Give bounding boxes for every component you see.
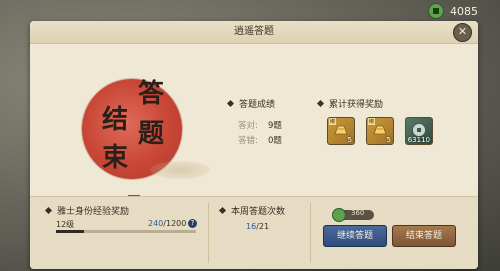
reward-count: 5 bbox=[347, 136, 352, 144]
seal-char: 结 bbox=[102, 105, 129, 135]
currency-display: 4085 bbox=[428, 3, 478, 19]
quiz-result-dialog: 逍遥答题 ✕ 答 结 题 束 答题成绩 答对: 9题 答错: 0题 累计获得奖励… bbox=[30, 21, 478, 269]
brush-stroke-decoration bbox=[150, 161, 210, 179]
results-heading-text: 答题成绩 bbox=[239, 100, 276, 110]
correct-label: 答对: bbox=[238, 121, 258, 131]
currency-amount: 4085 bbox=[450, 4, 478, 18]
week-count: 16/21 bbox=[246, 222, 269, 231]
continue-cost: 360 bbox=[332, 208, 374, 222]
exp-heading: 雅士身份经验奖励 bbox=[44, 204, 130, 217]
reward-item[interactable]: 绑 5 bbox=[366, 117, 394, 145]
divider bbox=[310, 203, 311, 263]
reward-item[interactable]: 63110 bbox=[405, 117, 433, 145]
week-current: 16 bbox=[246, 222, 257, 231]
top-bar: 4085 bbox=[0, 0, 500, 22]
diamond-bullet-icon bbox=[226, 99, 235, 108]
exp-value: 240/1200 bbox=[148, 219, 186, 228]
jade-coin-icon bbox=[332, 208, 346, 222]
bound-tag: 绑 bbox=[368, 118, 376, 125]
exp-max: /1200 bbox=[163, 219, 187, 228]
dialog-title: 逍遥答题 bbox=[30, 21, 478, 44]
wrong-value: 0题 bbox=[268, 136, 282, 146]
results-heading: 答题成绩 bbox=[226, 97, 276, 110]
correct-value: 9题 bbox=[268, 121, 282, 131]
week-heading: 本周答题次数 bbox=[218, 204, 286, 217]
wrong-label: 答错: bbox=[238, 136, 258, 146]
reward-item[interactable]: 绑 5 bbox=[327, 117, 355, 145]
diamond-bullet-icon bbox=[44, 206, 53, 215]
rewards-heading-text: 累计获得奖励 bbox=[329, 100, 384, 110]
seal-char: 题 bbox=[138, 119, 165, 149]
reward-count: 5 bbox=[386, 136, 391, 144]
week-max: /21 bbox=[256, 222, 270, 231]
dialog-title-text: 逍遥答题 bbox=[234, 26, 274, 37]
divider bbox=[208, 203, 209, 263]
exp-heading-text: 雅士身份经验奖励 bbox=[57, 207, 130, 217]
exp-current: 240 bbox=[148, 219, 164, 228]
jade-coin-icon bbox=[428, 3, 444, 19]
cost-value: 360 bbox=[351, 209, 365, 217]
rewards-heading: 累计获得奖励 bbox=[316, 97, 384, 110]
exp-progress-bar bbox=[56, 230, 196, 233]
exp-progress-fill bbox=[56, 230, 84, 233]
bound-tag: 绑 bbox=[329, 118, 337, 125]
seal-char: 答 bbox=[138, 79, 165, 109]
bottom-panel: 雅士身份经验奖励 12级 240/1200 ? 本周答题次数 16/21 360… bbox=[30, 196, 478, 269]
seal-char: 束 bbox=[102, 143, 129, 173]
continue-quiz-button[interactable]: 继续答题 bbox=[323, 225, 387, 247]
help-icon[interactable]: ? bbox=[188, 219, 197, 228]
finish-quiz-button[interactable]: 结束答题 bbox=[392, 225, 456, 247]
reward-count: 63110 bbox=[407, 136, 430, 144]
diamond-bullet-icon bbox=[218, 206, 227, 215]
identity-level: 12级 bbox=[56, 220, 75, 229]
close-button[interactable]: ✕ bbox=[453, 23, 472, 42]
diamond-bullet-icon bbox=[316, 99, 325, 108]
week-heading-text: 本周答题次数 bbox=[231, 207, 286, 217]
